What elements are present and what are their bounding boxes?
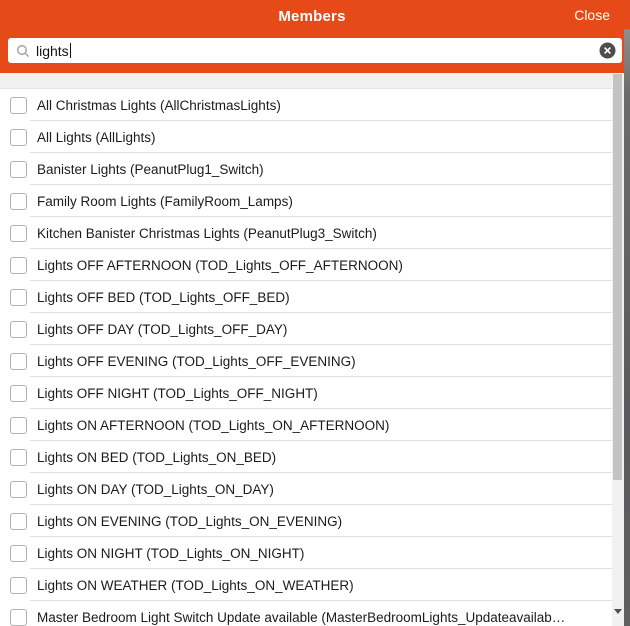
dialog-title: Members xyxy=(0,8,624,25)
member-row[interactable]: Lights ON WEATHER (TOD_Lights_ON_WEATHER… xyxy=(0,569,612,601)
member-label: All Christmas Lights (AllChristmasLights… xyxy=(37,98,281,113)
background-scrim xyxy=(624,0,630,626)
member-checkbox[interactable] xyxy=(10,609,27,626)
member-row[interactable]: Banister Lights (PeanutPlug1_Switch) xyxy=(0,153,612,185)
member-checkbox[interactable] xyxy=(10,289,27,306)
member-checkbox[interactable] xyxy=(10,545,27,562)
member-label: Family Room Lights (FamilyRoom_Lamps) xyxy=(37,194,293,209)
member-label: All Lights (AllLights) xyxy=(37,130,156,145)
members-dialog: Members Close lights All Christmas Light… xyxy=(0,0,630,626)
member-checkbox[interactable] xyxy=(10,257,27,274)
member-label: Lights OFF BED (TOD_Lights_OFF_BED) xyxy=(37,290,290,305)
member-row[interactable]: Family Room Lights (FamilyRoom_Lamps) xyxy=(0,185,612,217)
member-row[interactable]: Lights OFF BED (TOD_Lights_OFF_BED) xyxy=(0,281,612,313)
member-label: Lights OFF NIGHT (TOD_Lights_OFF_NIGHT) xyxy=(37,386,318,401)
member-row[interactable]: Master Bedroom Light Switch Update avail… xyxy=(0,601,612,626)
member-checkbox[interactable] xyxy=(10,481,27,498)
member-label: Lights OFF EVENING (TOD_Lights_OFF_EVENI… xyxy=(37,354,356,369)
member-checkbox[interactable] xyxy=(10,353,27,370)
member-row[interactable]: Lights ON AFTERNOON (TOD_Lights_ON_AFTER… xyxy=(0,409,612,441)
member-row[interactable]: Kitchen Banister Christmas Lights (Peanu… xyxy=(0,217,612,249)
member-label: Lights ON WEATHER (TOD_Lights_ON_WEATHER… xyxy=(37,578,354,593)
member-row[interactable]: All Lights (AllLights) xyxy=(0,121,612,153)
member-checkbox[interactable] xyxy=(10,577,27,594)
members-rows: All Christmas Lights (AllChristmasLights… xyxy=(0,88,612,626)
member-label: Lights ON BED (TOD_Lights_ON_BED) xyxy=(37,450,276,465)
member-row[interactable]: Lights OFF DAY (TOD_Lights_OFF_DAY) xyxy=(0,313,612,345)
search-box[interactable]: lights xyxy=(8,38,622,63)
member-row[interactable]: Lights ON BED (TOD_Lights_ON_BED) xyxy=(0,441,612,473)
member-label: Lights ON DAY (TOD_Lights_ON_DAY) xyxy=(37,482,274,497)
member-label: Lights ON NIGHT (TOD_Lights_ON_NIGHT) xyxy=(37,546,304,561)
member-checkbox[interactable] xyxy=(10,417,27,434)
text-caret xyxy=(70,43,71,58)
member-checkbox[interactable] xyxy=(10,193,27,210)
member-checkbox[interactable] xyxy=(10,321,27,338)
member-label: Lights ON EVENING (TOD_Lights_ON_EVENING… xyxy=(37,514,342,529)
member-row[interactable]: Lights ON DAY (TOD_Lights_ON_DAY) xyxy=(0,473,612,505)
search-input[interactable]: lights xyxy=(36,43,71,59)
search-value: lights xyxy=(36,43,69,59)
member-checkbox[interactable] xyxy=(10,513,27,530)
member-label: Master Bedroom Light Switch Update avail… xyxy=(37,610,565,625)
member-checkbox[interactable] xyxy=(10,97,27,114)
scrollbar[interactable] xyxy=(612,73,624,626)
member-row[interactable]: Lights OFF EVENING (TOD_Lights_OFF_EVENI… xyxy=(0,345,612,377)
member-label: Banister Lights (PeanutPlug1_Switch) xyxy=(37,162,264,177)
member-label: Lights OFF AFTERNOON (TOD_Lights_OFF_AFT… xyxy=(37,258,403,273)
member-checkbox[interactable] xyxy=(10,225,27,242)
member-checkbox[interactable] xyxy=(10,129,27,146)
member-row[interactable]: Lights OFF AFTERNOON (TOD_Lights_OFF_AFT… xyxy=(0,249,612,281)
member-row[interactable]: All Christmas Lights (AllChristmasLights… xyxy=(0,88,612,121)
member-label: Lights OFF DAY (TOD_Lights_OFF_DAY) xyxy=(37,322,287,337)
members-list: All Christmas Lights (AllChristmasLights… xyxy=(0,73,612,626)
member-row[interactable]: Lights OFF NIGHT (TOD_Lights_OFF_NIGHT) xyxy=(0,377,612,409)
search-icon xyxy=(16,44,30,58)
member-label: Kitchen Banister Christmas Lights (Peanu… xyxy=(37,226,377,241)
dialog-titlebar: Members Close xyxy=(0,0,624,32)
scrollbar-thumb[interactable] xyxy=(613,74,622,480)
close-button[interactable]: Close xyxy=(574,7,610,23)
member-checkbox[interactable] xyxy=(10,161,27,178)
member-checkbox[interactable] xyxy=(10,385,27,402)
member-row[interactable]: Lights ON EVENING (TOD_Lights_ON_EVENING… xyxy=(0,505,612,537)
member-checkbox[interactable] xyxy=(10,449,27,466)
dialog-header: Members Close lights xyxy=(0,0,624,73)
member-row[interactable]: Lights ON NIGHT (TOD_Lights_ON_NIGHT) xyxy=(0,537,612,569)
member-label: Lights ON AFTERNOON (TOD_Lights_ON_AFTER… xyxy=(37,418,389,433)
scrollbar-down-arrow-icon[interactable] xyxy=(614,608,622,614)
clear-search-button[interactable] xyxy=(599,42,616,59)
